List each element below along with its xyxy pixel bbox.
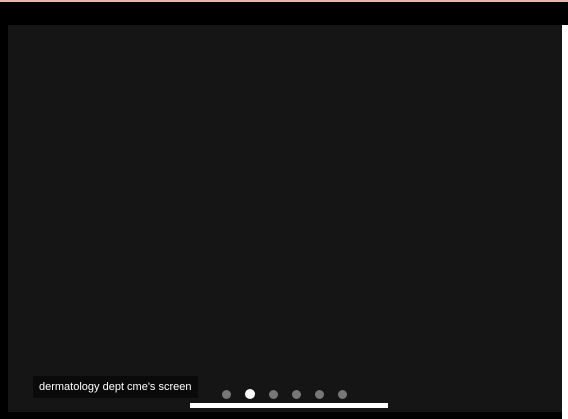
slide-dot-5[interactable]: [315, 389, 324, 399]
slide-dot-2[interactable]: [245, 389, 255, 399]
slide-dot-6[interactable]: [338, 389, 347, 399]
slide-viewport[interactable]: [8, 25, 562, 412]
slide-caption: dermatology dept cme's screen: [33, 376, 198, 398]
slide-dot-3[interactable]: [269, 389, 278, 399]
window-right-edge: [562, 25, 568, 419]
top-accent-bar: [0, 0, 568, 2]
slide-dot-1[interactable]: [222, 389, 231, 399]
slide-progress-bar: [190, 403, 388, 408]
slide-indicator-dots: [222, 388, 347, 400]
slideshow-screen: dermatology dept cme's screen: [0, 0, 568, 419]
slide-dot-4[interactable]: [292, 389, 301, 399]
